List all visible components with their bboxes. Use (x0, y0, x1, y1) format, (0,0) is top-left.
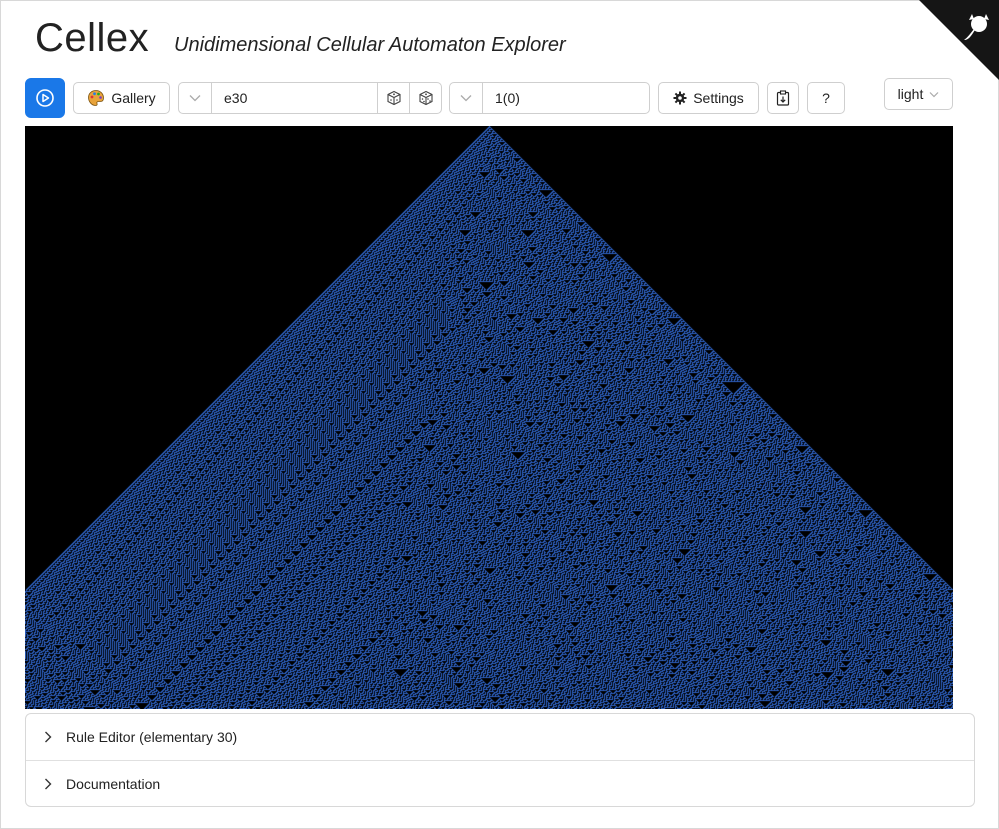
play-button[interactable] (25, 78, 65, 118)
app-subtitle: Unidimensional Cellular Automaton Explor… (174, 34, 566, 56)
accordion-panel: Rule Editor (elementary 30) Documentatio… (25, 713, 975, 807)
automaton-canvas[interactable] (25, 126, 953, 709)
theme-select[interactable]: light (884, 78, 953, 110)
rule-dropdown-button[interactable] (179, 83, 212, 113)
app-title: Cellex (35, 16, 150, 60)
dice-icon (418, 90, 433, 106)
rule-field: e30 (178, 82, 442, 114)
gear-icon (673, 91, 687, 105)
settings-button-label: Settings (693, 90, 744, 106)
gallery-button-label: Gallery (111, 90, 156, 106)
random-rule-button[interactable] (377, 83, 409, 113)
theme-select-value: light (897, 86, 924, 102)
chevron-right-icon (45, 731, 52, 743)
github-corner-icon[interactable] (919, 0, 999, 80)
rule-input[interactable]: e30 (212, 83, 377, 113)
rule-editor-toggle[interactable]: Rule Editor (elementary 30) (26, 714, 974, 760)
initial-state-field: 1(0) (449, 82, 650, 114)
file-download-icon (776, 90, 790, 106)
gallery-button[interactable]: Gallery (73, 82, 170, 114)
export-button[interactable] (767, 82, 799, 114)
initial-state-dropdown-button[interactable] (450, 83, 483, 113)
documentation-label: Documentation (66, 775, 161, 792)
rule-editor-label: Rule Editor (elementary 30) (66, 729, 238, 745)
help-button[interactable]: ? (807, 82, 845, 114)
settings-button[interactable]: Settings (658, 82, 759, 114)
chevron-down-icon (929, 91, 939, 97)
play-icon (36, 89, 54, 107)
chevron-down-icon (460, 95, 472, 102)
dice-icon (386, 90, 401, 106)
chevron-right-icon (45, 778, 52, 789)
chevron-down-icon (189, 95, 201, 102)
random-rule-alt-button[interactable] (409, 83, 441, 113)
help-button-label: ? (822, 90, 830, 106)
palette-icon (88, 90, 105, 106)
initial-state-input[interactable]: 1(0) (483, 83, 649, 113)
automaton-pattern (25, 126, 953, 709)
documentation-toggle[interactable]: Documentation (26, 760, 974, 806)
